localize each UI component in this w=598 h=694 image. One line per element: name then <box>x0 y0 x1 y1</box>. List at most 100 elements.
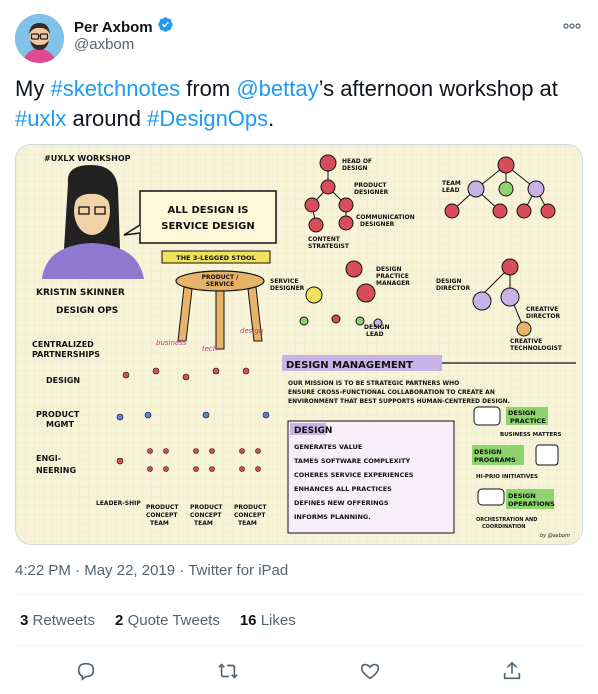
hashtag-link-sketchnotes[interactable]: #sketchnotes <box>50 76 180 101</box>
sketch-speech-bubble: ALL DESIGN IS SERVICE DESIGN <box>123 190 277 244</box>
sketch-centralized-title: CENTRALIZED <box>32 340 94 349</box>
svg-text:PRACTICE: PRACTICE <box>510 417 546 425</box>
tweet-source[interactable]: Twitter for iPad <box>188 562 288 579</box>
svg-text:tech: tech <box>202 345 217 353</box>
reply-icon[interactable] <box>74 659 98 683</box>
tweet-header: Per Axbom @axbom <box>15 12 583 63</box>
svg-text:CONTENT: CONTENT <box>308 236 341 243</box>
tweet-text: My #sketchnotes from @bettay’s afternoon… <box>15 74 583 134</box>
svg-text:ALL DESIGN IS: ALL DESIGN IS <box>167 205 248 216</box>
svg-text:TEAM: TEAM <box>238 520 257 527</box>
svg-text:COMMUNICATION: COMMUNICATION <box>356 214 415 221</box>
mention-link-bettay[interactable]: @bettay <box>236 76 318 101</box>
svg-text:OPERATIONS: OPERATIONS <box>508 500 555 508</box>
author-display-name[interactable]: Per Axbom <box>74 19 153 36</box>
tweet-text-segment: from <box>180 76 237 101</box>
svg-text:PRODUCT: PRODUCT <box>234 504 267 511</box>
svg-text:COORDINATION: COORDINATION <box>482 524 525 530</box>
svg-text:MANAGER: MANAGER <box>376 280 410 287</box>
svg-text:PRODUCT: PRODUCT <box>190 504 223 511</box>
divider <box>15 645 583 646</box>
svg-text:DESIGN: DESIGN <box>294 426 332 436</box>
quote-tweets-stat[interactable]: 2 Quote Tweets <box>115 612 220 629</box>
retweets-stat[interactable]: 3 Retweets <box>20 612 95 629</box>
sketch-speaker-name: KRISTIN SKINNER <box>36 288 125 298</box>
tweet-actions <box>15 656 583 686</box>
svg-text:DESIGN: DESIGN <box>364 324 390 331</box>
sketch-row-product: PRODUCT <box>36 410 80 419</box>
avatar[interactable] <box>15 14 64 63</box>
sketch-workshop-tag: #UXLX WORKSHOP <box>44 154 131 163</box>
verified-badge-icon <box>157 16 174 38</box>
svg-text:ENVIRONMENT THAT BEST SUPPORTS: ENVIRONMENT THAT BEST SUPPORTS HUMAN-CEN… <box>288 398 510 405</box>
likes-label: Likes <box>260 612 296 629</box>
svg-text:PRODUCT: PRODUCT <box>354 182 387 189</box>
hashtag-link-designops[interactable]: #DesignOps <box>147 106 268 131</box>
tweet-meta: 4:22 PM · May 22, 2019 · Twitter for iPa… <box>15 562 288 579</box>
svg-text:CONCEPT: CONCEPT <box>190 512 222 519</box>
likes-count: 16 <box>239 612 257 629</box>
divider <box>15 594 583 595</box>
svg-text:DESIGN: DESIGN <box>508 492 536 500</box>
meta-separator: · <box>179 562 185 579</box>
svg-text:PRODUCT /: PRODUCT / <box>202 274 240 281</box>
svg-text:DESIGN MANAGEMENT: DESIGN MANAGEMENT <box>286 360 413 371</box>
tweet-date[interactable]: May 22, 2019 <box>84 562 175 579</box>
svg-text:by @axbom: by @axbom <box>540 533 570 539</box>
quote-tweets-count: 2 <box>115 612 124 629</box>
svg-text:OUR MISSION IS TO BE STRATEGIC: OUR MISSION IS TO BE STRATEGIC PARTNERS … <box>288 380 459 387</box>
hashtag-link-uxlx[interactable]: #uxlx <box>15 106 66 131</box>
svg-text:THE 3-LEGGED STOOL: THE 3-LEGGED STOOL <box>176 254 255 262</box>
svg-text:TEAM: TEAM <box>442 180 461 187</box>
likes-stat[interactable]: 16 Likes <box>240 612 296 629</box>
svg-text:DESIGN: DESIGN <box>436 278 462 285</box>
tweet-text-segment: around <box>66 106 148 131</box>
sketch-leadership: LEADER-SHIP <box>96 500 141 507</box>
svg-text:ENHANCES ALL PRACTICES: ENHANCES ALL PRACTICES <box>294 485 392 493</box>
retweet-icon[interactable] <box>216 659 240 683</box>
svg-text:PRODUCT: PRODUCT <box>146 504 179 511</box>
svg-text:DESIGN: DESIGN <box>508 409 536 417</box>
author-name-row[interactable]: Per Axbom <box>74 16 174 38</box>
svg-text:CREATIVE: CREATIVE <box>526 306 558 313</box>
svg-text:DESIGN: DESIGN <box>342 165 368 172</box>
tweet-stats: 3 Retweets 2 Quote Tweets 16 Likes <box>20 612 296 629</box>
svg-text:LEAD: LEAD <box>442 187 460 194</box>
svg-text:BUSINESS MATTERS: BUSINESS MATTERS <box>500 432 562 438</box>
quote-tweets-label: Quote Tweets <box>127 612 220 629</box>
svg-text:DESIGNER: DESIGNER <box>270 285 305 292</box>
meta-separator: · <box>75 562 81 579</box>
svg-text:PROGRAMS: PROGRAMS <box>474 456 516 464</box>
svg-text:HEAD OF: HEAD OF <box>342 158 372 165</box>
svg-text:INFORMS PLANNING.: INFORMS PLANNING. <box>294 513 371 521</box>
svg-text:TECHNOLOGIST: TECHNOLOGIST <box>510 345 563 352</box>
svg-text:SERVICE: SERVICE <box>270 278 298 285</box>
svg-text:design: design <box>240 327 263 335</box>
sketch-row-design: DESIGN <box>46 376 80 385</box>
sketch-row-product-2: MGMT <box>46 420 74 429</box>
tweet-media-image[interactable]: #UXLX WORKSHOP ALL DESIGN IS SERVICE DES… <box>15 144 583 545</box>
author-handle[interactable]: @axbom <box>74 36 134 53</box>
sketch-concept-teams: PRODUCTCONCEPTTEAM PRODUCTCONCEPTTEAM PR… <box>146 504 267 527</box>
svg-text:ORCHESTRATION AND: ORCHESTRATION AND <box>476 517 537 523</box>
svg-text:CREATIVE: CREATIVE <box>510 338 542 345</box>
svg-text:TEAM: TEAM <box>194 520 213 527</box>
svg-text:DESIGNER: DESIGNER <box>354 189 389 196</box>
svg-text:CONCEPT: CONCEPT <box>146 512 178 519</box>
more-icon[interactable] <box>561 16 583 36</box>
svg-text:SERVICE: SERVICE <box>206 281 234 288</box>
retweets-label: Retweets <box>32 612 96 629</box>
svg-text:TAMES SOFTWARE COMPLEXITY: TAMES SOFTWARE COMPLEXITY <box>294 457 410 465</box>
tweet-time[interactable]: 4:22 PM <box>15 562 71 579</box>
svg-text:TEAM: TEAM <box>150 520 169 527</box>
sketch-design-box: DESIGN GENERATES VALUE TAMES SOFTWARE CO… <box>287 420 455 534</box>
like-icon[interactable] <box>358 659 382 683</box>
share-icon[interactable] <box>500 659 524 683</box>
svg-text:CONCEPT: CONCEPT <box>234 512 266 519</box>
svg-text:COHERES SERVICE EXPERIENCES: COHERES SERVICE EXPERIENCES <box>294 471 414 479</box>
sketch-row-engineering-2: NEERING <box>36 466 76 475</box>
svg-text:business: business <box>156 339 187 347</box>
svg-text:DESIGN: DESIGN <box>376 266 402 273</box>
sketch-centralized-subtitle: PARTNERSHIPS <box>32 350 100 359</box>
svg-text:HI-PRIO INITIATIVES: HI-PRIO INITIATIVES <box>476 474 538 480</box>
